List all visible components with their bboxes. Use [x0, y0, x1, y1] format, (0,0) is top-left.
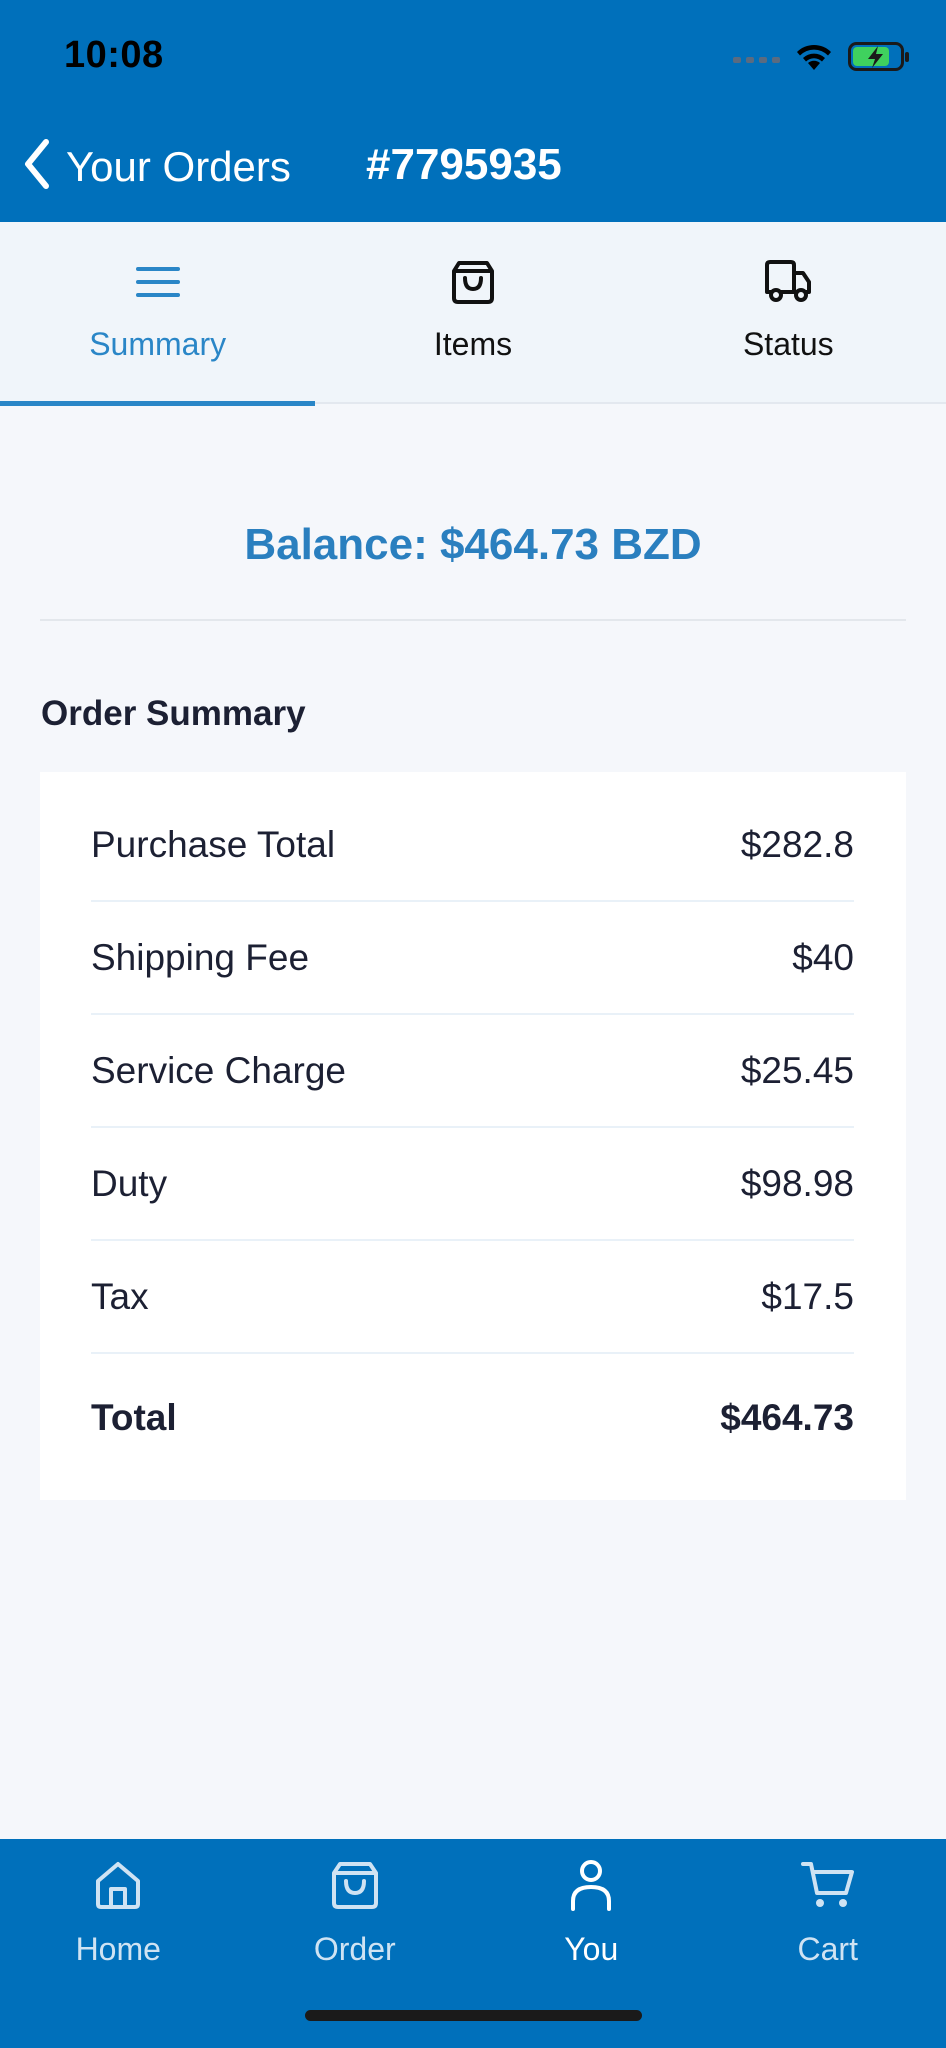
tab-items[interactable]: Items — [315, 222, 630, 404]
battery-icon — [848, 42, 910, 77]
summary-row-shipping-fee: Shipping Fee $40 — [91, 903, 854, 1015]
cellular-signal-icon — [733, 56, 780, 63]
tab-summary[interactable]: Summary — [0, 222, 316, 406]
summary-row-service-charge: Service Charge $25.45 — [91, 1016, 854, 1128]
row-label: Purchase Total — [91, 824, 336, 865]
nav-cart-label: Cart — [797, 1931, 858, 1967]
summary-row-purchase-total: Purchase Total $282.8 — [91, 790, 854, 902]
total-value: $464.73 — [720, 1397, 854, 1438]
user-icon — [565, 1853, 617, 1917]
home-icon — [92, 1853, 144, 1917]
nav-item-you[interactable]: You — [473, 1839, 710, 1999]
row-label: Shipping Fee — [91, 937, 310, 978]
row-label: Tax — [91, 1276, 149, 1317]
home-indicator — [305, 2010, 642, 2021]
order-summary-title: Order Summary — [41, 694, 306, 733]
tab-status-label: Status — [742, 326, 834, 362]
truck-icon — [763, 252, 813, 312]
back-label: Your Orders — [66, 142, 291, 190]
header-nav: Your Orders #7795935 — [0, 130, 946, 200]
back-button[interactable]: Your Orders — [20, 138, 291, 195]
wifi-icon — [794, 42, 834, 77]
tab-summary-label: Summary — [89, 326, 227, 362]
row-value: $282.8 — [740, 824, 854, 865]
order-summary-card: Purchase Total $282.8 Shipping Fee $40 S… — [40, 772, 906, 1500]
status-bar: 10:08 — [0, 0, 946, 110]
nav-order-label: Order — [313, 1931, 396, 1967]
row-label: Duty — [91, 1163, 168, 1204]
shopping-bag-icon — [450, 252, 496, 312]
nav-item-home[interactable]: Home — [0, 1839, 237, 1999]
list-icon — [135, 252, 181, 312]
summary-row-total: Total $464.73 — [91, 1362, 854, 1474]
tab-bar: Summary Items Status — [0, 222, 946, 406]
nav-home-label: Home — [75, 1931, 161, 1967]
summary-row-tax: Tax $17.5 — [91, 1242, 854, 1354]
row-value: $98.98 — [740, 1163, 854, 1204]
order-summary-screen: 10:08 Your Orders #7795935 Summary Items… — [0, 0, 946, 2048]
nav-item-cart[interactable]: Cart — [710, 1839, 946, 1999]
status-icons — [733, 42, 910, 77]
divider — [40, 619, 906, 621]
app-header: 10:08 Your Orders #7795935 — [0, 0, 946, 222]
row-value: $17.5 — [761, 1276, 854, 1317]
total-label: Total — [91, 1397, 177, 1438]
nav-item-order[interactable]: Order — [237, 1839, 474, 1999]
row-label: Service Charge — [91, 1050, 347, 1091]
order-number: #7795935 — [366, 140, 562, 189]
shopping-bag-icon — [329, 1853, 381, 1917]
tab-status[interactable]: Status — [631, 222, 946, 404]
cart-icon — [800, 1853, 856, 1917]
row-value: $40 — [792, 937, 854, 978]
balance-text: Balance: $464.73 BZD — [244, 520, 702, 569]
tab-items-label: Items — [433, 326, 513, 362]
chevron-left-icon — [20, 138, 54, 195]
status-time: 10:08 — [64, 34, 164, 76]
nav-you-label: You — [564, 1931, 619, 1967]
summary-row-duty: Duty $98.98 — [91, 1129, 854, 1241]
row-value: $25.45 — [740, 1050, 854, 1091]
